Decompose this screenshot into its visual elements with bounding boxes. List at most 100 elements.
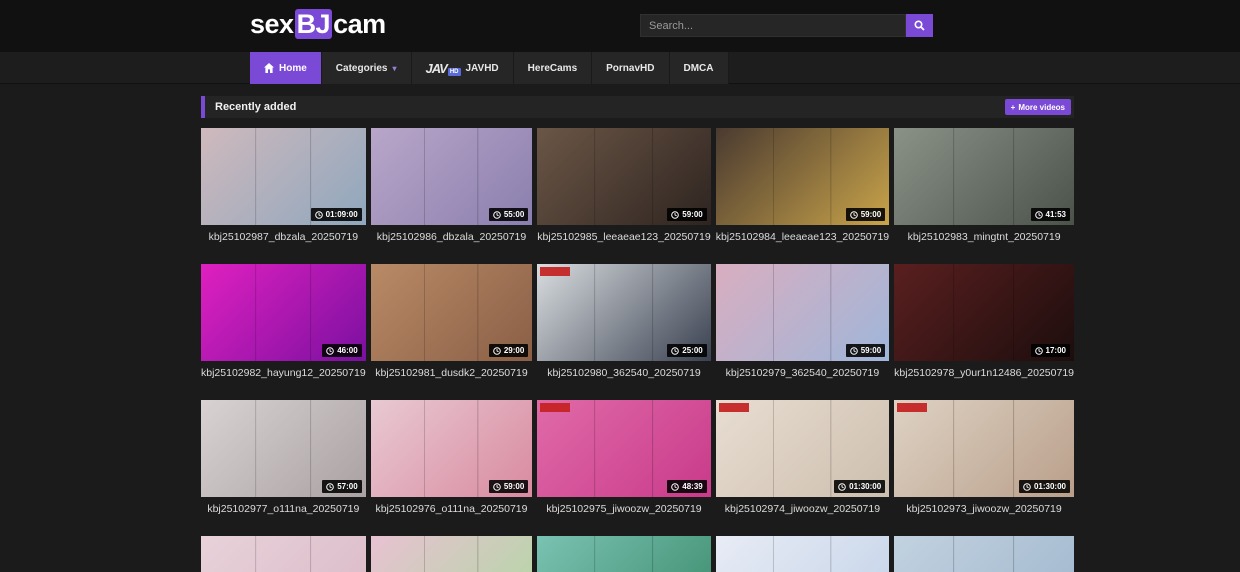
- video-card[interactable]: [370, 536, 533, 572]
- search-button[interactable]: [906, 14, 933, 37]
- video-title[interactable]: kbj25102973_jiwoozw_20250719: [894, 503, 1074, 515]
- home-icon: [264, 63, 274, 73]
- video-thumbnail[interactable]: 59:00: [370, 400, 533, 497]
- video-title[interactable]: kbj25102979_362540_20250719: [716, 367, 889, 379]
- clock-icon: [1023, 482, 1031, 491]
- site-header: sex BJ cam: [0, 0, 1240, 52]
- duration-badge: 25:00: [667, 344, 707, 357]
- duration-text: 29:00: [503, 346, 525, 355]
- duration-text: 41:53: [1045, 210, 1066, 219]
- video-title[interactable]: kbj25102986_dbzala_20250719: [371, 231, 533, 243]
- nav-item-herecams[interactable]: HereCams: [513, 52, 593, 84]
- video-card[interactable]: 59:00 kbj25102985_leeaeae123_20250719: [537, 128, 711, 243]
- clock-icon: [671, 346, 680, 355]
- video-title[interactable]: kbj25102980_362540_20250719: [537, 367, 710, 379]
- video-card[interactable]: 01:30:00 kbj25102974_jiwoozw_20250719: [715, 400, 890, 515]
- nav-item-label: PornavHD: [606, 62, 655, 74]
- nav-item-javhd[interactable]: JAV HD JAVHD: [411, 52, 514, 84]
- duration-text: 59:00: [860, 210, 882, 219]
- clock-icon: [493, 482, 501, 491]
- video-card[interactable]: 55:00 kbj25102986_dbzala_20250719: [370, 128, 533, 243]
- video-card[interactable]: 46:00 kbj25102982_hayung12_20250719: [201, 264, 366, 379]
- video-thumbnail[interactable]: 59:00: [715, 128, 890, 225]
- video-thumbnail[interactable]: 01:30:00: [894, 400, 1074, 497]
- duration-badge: 59:00: [667, 208, 707, 221]
- video-card[interactable]: 17:00 kbj25102978_y0ur1n12486_20250719: [894, 264, 1074, 379]
- video-thumbnail[interactable]: 25:00: [537, 264, 711, 361]
- video-card[interactable]: 59:00 kbj25102979_362540_20250719: [715, 264, 890, 379]
- video-title[interactable]: kbj25102976_o111na_20250719: [371, 503, 533, 515]
- chevron-down-icon: ▾: [392, 63, 397, 73]
- video-thumbnail[interactable]: 29:00: [370, 264, 533, 361]
- video-card[interactable]: 59:00 kbj25102984_leeaeae123_20250719: [715, 128, 890, 243]
- clock-icon: [326, 346, 335, 355]
- watermark-badge: [540, 403, 571, 412]
- duration-text: 59:00: [682, 210, 703, 219]
- video-card[interactable]: 29:00 kbj25102981_dusdk2_20250719: [370, 264, 533, 379]
- video-thumbnail[interactable]: 41:53: [894, 128, 1074, 225]
- video-thumbnail[interactable]: 01:09:00: [201, 128, 366, 225]
- duration-text: 01:30:00: [849, 482, 882, 491]
- video-title[interactable]: kbj25102987_dbzala_20250719: [201, 231, 366, 243]
- watermark-badge: [540, 267, 571, 276]
- logo-text-cam: cam: [333, 9, 386, 39]
- nav-item-categories[interactable]: Categories ▾: [321, 52, 412, 84]
- nav-item-label: DMCA: [683, 62, 714, 74]
- duration-badge: 48:39: [667, 480, 707, 493]
- watermark-badge: [897, 403, 928, 412]
- duration-text: 59:00: [503, 482, 525, 491]
- video-card[interactable]: 25:00 kbj25102980_362540_20250719: [537, 264, 711, 379]
- nav-item-label: JAVHD: [465, 62, 499, 74]
- video-thumbnail[interactable]: [715, 536, 890, 572]
- video-card[interactable]: 48:39 kbj25102975_jiwoozw_20250719: [537, 400, 711, 515]
- video-title[interactable]: kbj25102983_mingtnt_20250719: [894, 231, 1074, 243]
- video-title[interactable]: kbj25102977_o111na_20250719: [201, 503, 366, 515]
- video-thumbnail[interactable]: 17:00: [894, 264, 1074, 361]
- duration-text: 59:00: [860, 346, 882, 355]
- nav-item-pornavhd[interactable]: PornavHD: [592, 52, 670, 84]
- video-thumbnail[interactable]: 46:00: [201, 264, 366, 361]
- clock-icon: [1034, 346, 1043, 355]
- video-title[interactable]: kbj25102974_jiwoozw_20250719: [716, 503, 889, 515]
- section-title: Recently added: [215, 101, 297, 113]
- nav-item-home[interactable]: Home: [250, 52, 322, 84]
- search-icon: [914, 20, 925, 31]
- video-thumbnail[interactable]: 59:00: [715, 264, 890, 361]
- video-title[interactable]: kbj25102978_y0ur1n12486_20250719: [894, 367, 1074, 379]
- duration-badge: 01:30:00: [1018, 480, 1070, 493]
- search-input[interactable]: [640, 14, 906, 37]
- video-card[interactable]: [201, 536, 366, 572]
- clock-icon: [493, 346, 501, 355]
- video-card[interactable]: 41:53 kbj25102983_mingtnt_20250719: [894, 128, 1074, 243]
- video-title[interactable]: kbj25102985_leeaeae123_20250719: [537, 231, 710, 243]
- video-thumbnail[interactable]: 55:00: [370, 128, 533, 225]
- duration-text: 25:00: [682, 346, 703, 355]
- video-thumbnail[interactable]: [894, 536, 1074, 572]
- video-thumbnail[interactable]: [370, 536, 533, 572]
- video-card[interactable]: 59:00 kbj25102976_o111na_20250719: [370, 400, 533, 515]
- video-card[interactable]: 57:00 kbj25102977_o111na_20250719: [201, 400, 366, 515]
- video-thumbnail[interactable]: 48:39: [537, 400, 711, 497]
- video-card[interactable]: 01:30:00 kbj25102973_jiwoozw_20250719: [894, 400, 1074, 515]
- video-thumbnail[interactable]: [537, 536, 711, 572]
- duration-badge: 29:00: [488, 344, 529, 357]
- video-title[interactable]: kbj25102984_leeaeae123_20250719: [716, 231, 889, 243]
- video-title[interactable]: kbj25102981_dusdk2_20250719: [371, 367, 533, 379]
- video-thumbnail[interactable]: 59:00: [537, 128, 711, 225]
- nav-item-dmca[interactable]: DMCA: [669, 52, 729, 84]
- video-card[interactable]: 01:09:00 kbj25102987_dbzala_20250719: [201, 128, 366, 243]
- clock-icon: [849, 346, 858, 355]
- site-logo[interactable]: sex BJ cam: [250, 9, 386, 40]
- video-title[interactable]: kbj25102982_hayung12_20250719: [201, 367, 366, 379]
- video-thumbnail[interactable]: [201, 536, 366, 572]
- duration-text: 48:39: [682, 482, 703, 491]
- video-thumbnail[interactable]: 57:00: [201, 400, 366, 497]
- video-card[interactable]: [537, 536, 711, 572]
- logo-text-sex: sex: [250, 9, 294, 39]
- video-thumbnail[interactable]: 01:30:00: [715, 400, 890, 497]
- duration-badge: 59:00: [845, 344, 886, 357]
- more-videos-button[interactable]: + More videos: [1004, 99, 1071, 115]
- video-card[interactable]: [894, 536, 1074, 572]
- video-title[interactable]: kbj25102975_jiwoozw_20250719: [537, 503, 710, 515]
- video-card[interactable]: [715, 536, 890, 572]
